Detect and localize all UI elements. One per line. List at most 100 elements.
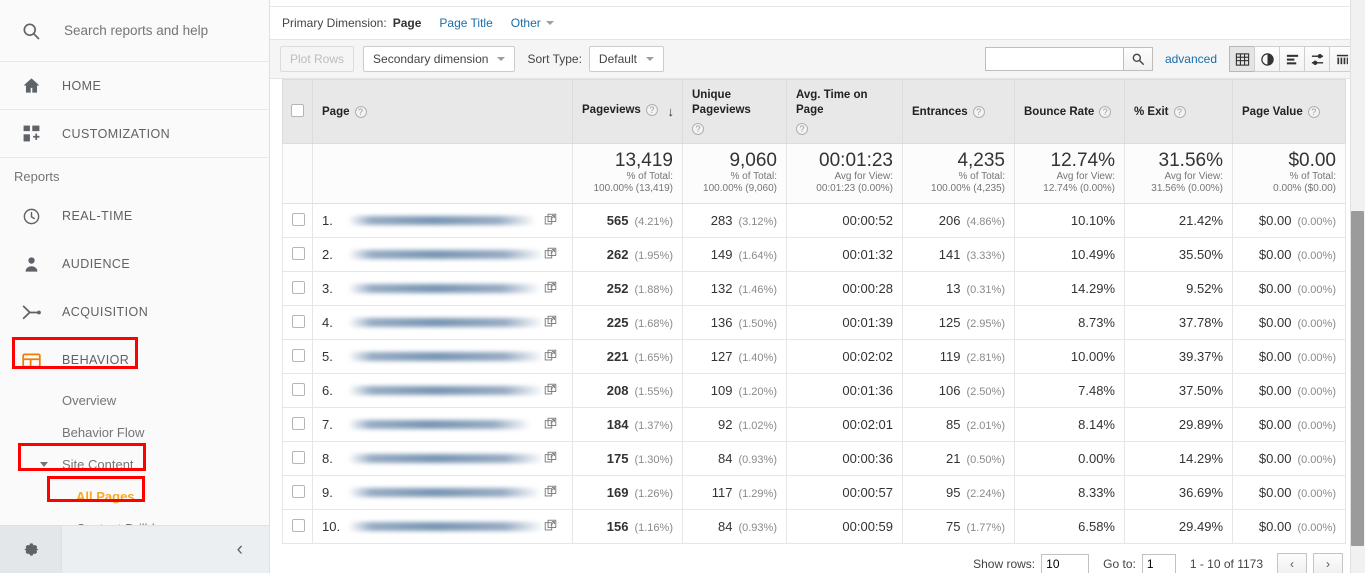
table-search-button[interactable]	[1122, 47, 1153, 71]
row-checkbox[interactable]	[292, 518, 305, 532]
row-checkbox[interactable]	[292, 280, 305, 294]
column-header-page-value[interactable]: Page Value ?	[1232, 79, 1346, 144]
sidebar-item-home[interactable]: HOME	[0, 62, 269, 110]
column-header-percent-exit[interactable]: % Exit ?	[1124, 79, 1233, 144]
row-checkbox-cell[interactable]	[282, 203, 313, 238]
sidebar-item-behavior[interactable]: BEHAVIOR	[0, 336, 269, 384]
page-url-redacted[interactable]	[348, 522, 544, 531]
vertical-scrollbar[interactable]	[1350, 0, 1365, 573]
row-checkbox-cell[interactable]	[282, 271, 313, 306]
page-cell[interactable]: 9.	[312, 475, 573, 510]
page-url-redacted[interactable]	[348, 216, 536, 225]
page-url-redacted[interactable]	[348, 488, 541, 497]
row-checkbox[interactable]	[292, 484, 305, 498]
search-input[interactable]	[62, 22, 252, 39]
open-in-new-window-icon[interactable]	[544, 485, 557, 501]
table-search-box[interactable]	[984, 47, 1123, 71]
help-icon[interactable]: ?	[1099, 105, 1112, 118]
show-rows-input[interactable]	[1041, 554, 1090, 573]
percentage-pie-view-icon[interactable]	[1254, 46, 1280, 72]
advanced-link[interactable]: advanced	[1165, 52, 1217, 66]
page-url-redacted[interactable]	[348, 454, 544, 463]
column-header-avg-time-on-page[interactable]: Avg. Time on Page ?	[786, 79, 903, 144]
row-checkbox[interactable]	[292, 348, 305, 362]
page-cell[interactable]: 3.	[312, 271, 573, 306]
page-cell[interactable]: 7.	[312, 407, 573, 442]
scrollbar-thumb[interactable]	[1351, 211, 1364, 546]
column-header-bounce-rate[interactable]: Bounce Rate ?	[1014, 79, 1125, 144]
primary-dimension-page[interactable]: Page	[393, 16, 422, 30]
row-checkbox[interactable]	[292, 212, 305, 226]
row-checkbox-cell[interactable]	[282, 305, 313, 340]
help-icon[interactable]: ?	[972, 105, 985, 118]
column-header-unique-pageviews[interactable]: Unique Pageviews ?	[682, 79, 787, 144]
page-cell[interactable]: 4.	[312, 305, 573, 340]
page-cell[interactable]: 5.	[312, 339, 573, 374]
help-icon[interactable]: ?	[645, 104, 658, 116]
sidebar-item-real-time[interactable]: REAL-TIME	[0, 192, 269, 240]
sidebar-item-overview[interactable]: Overview	[0, 384, 269, 416]
open-in-new-window-icon[interactable]	[544, 383, 557, 399]
page-cell[interactable]: 6.	[312, 373, 573, 408]
chevron-left-icon[interactable]: ‹	[237, 540, 243, 559]
row-checkbox[interactable]	[292, 450, 305, 464]
table-row[interactable]: 9. 169 (1.26%) 117 (1.29%) 00:00:57 95 (2.24%) 8…	[282, 475, 1346, 510]
next-page-button[interactable]: ›	[1313, 553, 1343, 573]
row-checkbox[interactable]	[292, 314, 305, 328]
page-url-redacted[interactable]	[348, 250, 544, 259]
row-checkbox-cell[interactable]	[282, 237, 313, 272]
open-in-new-window-icon[interactable]	[544, 417, 557, 433]
open-in-new-window-icon[interactable]	[544, 315, 557, 331]
performance-bar-view-icon[interactable]	[1279, 46, 1305, 72]
row-checkbox-cell[interactable]	[282, 407, 313, 442]
help-icon[interactable]: ?	[1307, 105, 1320, 118]
primary-dimension-page-title[interactable]: Page Title	[439, 16, 492, 30]
open-in-new-window-icon[interactable]	[544, 247, 557, 263]
row-checkbox[interactable]	[292, 246, 305, 260]
open-in-new-window-icon[interactable]	[544, 349, 557, 365]
table-search-input[interactable]	[985, 48, 1123, 70]
row-checkbox-cell[interactable]	[282, 475, 313, 510]
table-view-icon[interactable]	[1229, 46, 1255, 72]
page-cell[interactable]: 8.	[312, 441, 573, 476]
table-row[interactable]: 6. 208 (1.55%) 109 (1.20%) 00:01:36 106 (2.50%)…	[282, 373, 1346, 408]
sidebar-item-behavior-flow[interactable]: Behavior Flow	[0, 416, 269, 448]
sort-descending-icon[interactable]: ↓	[668, 104, 675, 119]
table-row[interactable]: 5. 221 (1.65%) 127 (1.40%) 00:02:02 119 (2.81%)…	[282, 339, 1346, 374]
table-row[interactable]: 10. 156 (1.16%) 84 (0.93%) 00:00:59 75 (1.77%) 6…	[282, 509, 1346, 544]
page-url-redacted[interactable]	[348, 386, 544, 395]
sidebar-item-all-pages[interactable]: All Pages	[0, 480, 269, 512]
open-in-new-window-icon[interactable]	[544, 281, 557, 297]
help-icon[interactable]: ?	[1173, 105, 1186, 118]
page-cell[interactable]: 10.	[312, 509, 573, 544]
page-url-redacted[interactable]	[348, 352, 544, 361]
row-checkbox-cell[interactable]	[282, 509, 313, 544]
table-row[interactable]: 4. 225 (1.68%) 136 (1.50%) 00:01:39 125 (2.95%)…	[282, 305, 1346, 340]
open-in-new-window-icon[interactable]	[544, 451, 557, 467]
row-checkbox-cell[interactable]	[282, 373, 313, 408]
row-checkbox[interactable]	[292, 416, 305, 430]
open-in-new-window-icon[interactable]	[544, 213, 557, 229]
table-row[interactable]: 2. 262 (1.95%) 149 (1.64%) 00:01:32 141 (3.33%)…	[282, 237, 1346, 272]
sidebar-search[interactable]	[0, 0, 269, 62]
table-row[interactable]: 8. 175 (1.30%) 84 (0.93%) 00:00:36 21 (0.50%) 0.…	[282, 441, 1346, 476]
help-icon[interactable]: ?	[796, 123, 808, 135]
table-row[interactable]: 7. 184 (1.37%) 92 (1.02%) 00:02:01 85 (2.01%) 8.…	[282, 407, 1346, 442]
sidebar-item-site-content[interactable]: Site Content	[0, 448, 269, 480]
select-all-header[interactable]	[282, 79, 313, 144]
prev-page-button[interactable]: ‹	[1277, 553, 1307, 573]
help-icon[interactable]: ?	[692, 123, 704, 135]
column-header-entrances[interactable]: Entrances ?	[902, 79, 1015, 144]
row-checkbox-cell[interactable]	[282, 441, 313, 476]
page-cell[interactable]: 2.	[312, 237, 573, 272]
goto-page-input[interactable]	[1141, 554, 1176, 573]
table-row[interactable]: 1. 565 (4.21%) 283 (3.12%) 00:00:52 206 (4.86%)…	[282, 203, 1346, 238]
row-checkbox-cell[interactable]	[282, 339, 313, 374]
comparison-view-icon[interactable]	[1304, 46, 1330, 72]
sidebar-item-audience[interactable]: AUDIENCE	[0, 240, 269, 288]
secondary-dimension-button[interactable]: Secondary dimension	[363, 46, 516, 72]
primary-dimension-other[interactable]: Other	[511, 16, 554, 30]
select-all-checkbox[interactable]	[291, 103, 304, 117]
sidebar-item-customization[interactable]: CUSTOMIZATION	[0, 110, 269, 158]
sidebar-item-acquisition[interactable]: ACQUISITION	[0, 288, 269, 336]
